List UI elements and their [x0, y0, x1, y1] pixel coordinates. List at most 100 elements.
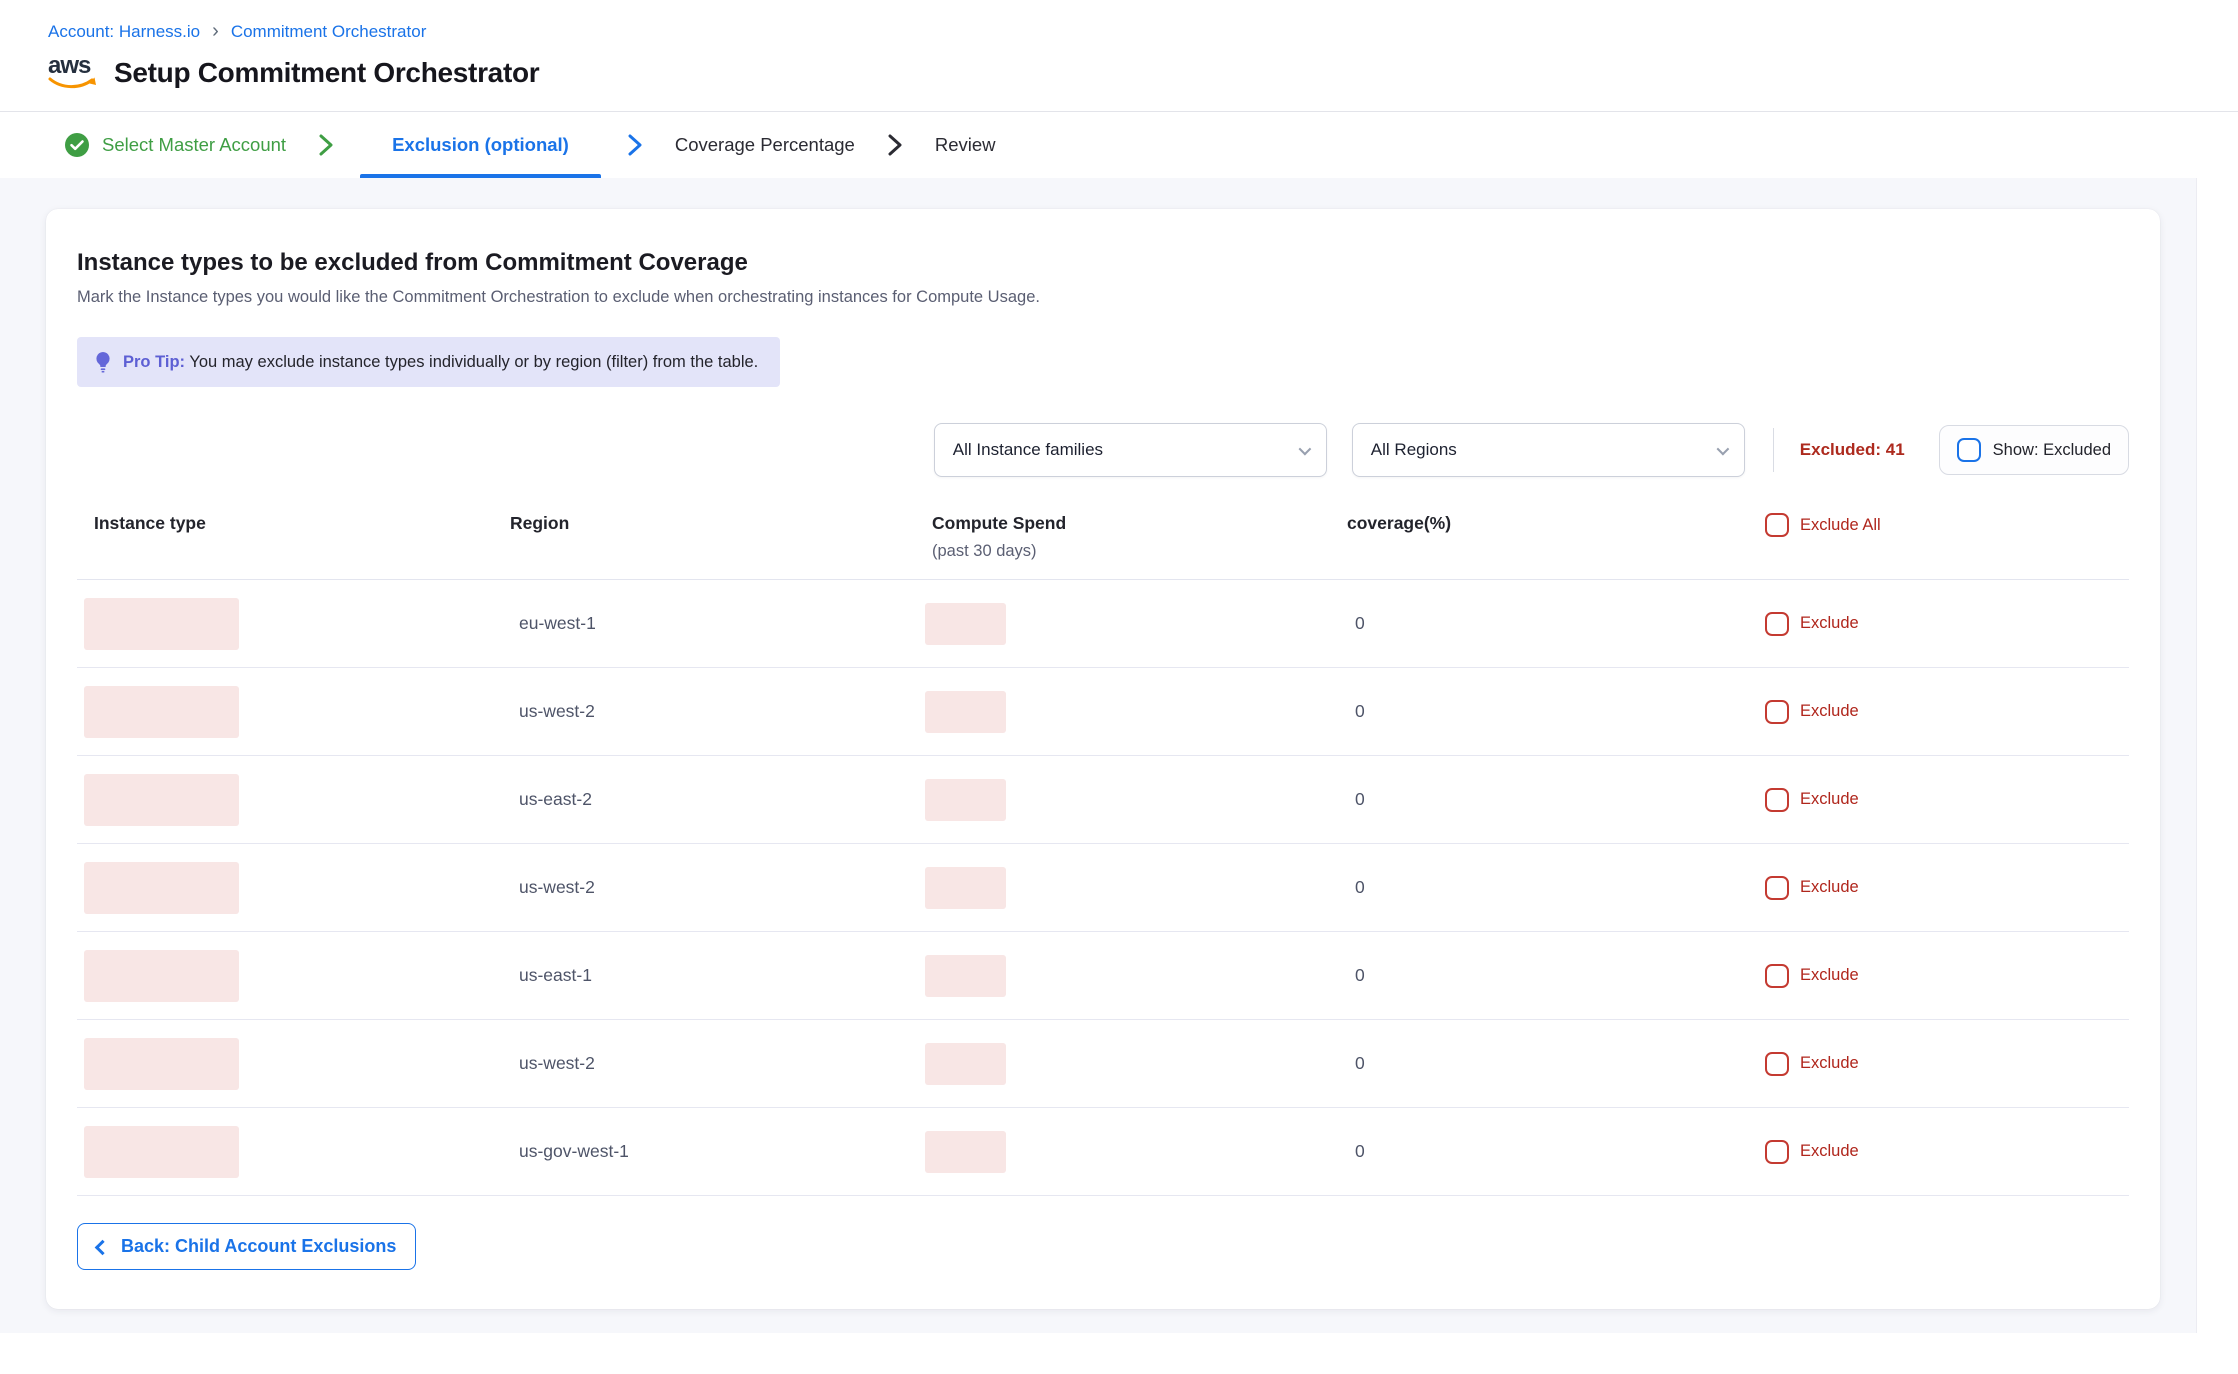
- table-row: us-east-2 0 Exclude: [77, 756, 2129, 844]
- exclude-checkbox[interactable]: [1765, 964, 1789, 988]
- back-button-label: Back: Child Account Exclusions: [121, 1236, 396, 1257]
- region-cell: us-west-2: [503, 877, 925, 898]
- exclude-row-toggle[interactable]: Exclude: [1765, 788, 2129, 812]
- redacted-instance-type: [84, 1126, 239, 1178]
- column-header-compute-spend-sub: (past 30 days): [932, 542, 1347, 561]
- coverage-cell: 0: [1347, 613, 1765, 634]
- exclude-row-toggle[interactable]: Exclude: [1765, 1140, 2129, 1164]
- table-row: us-west-2 0 Exclude: [77, 1020, 2129, 1108]
- exclude-checkbox[interactable]: [1765, 1140, 1789, 1164]
- panel-subtitle: Mark the Instance types you would like t…: [77, 288, 2129, 307]
- redacted-instance-type: [84, 598, 239, 650]
- chevron-down-icon: [1716, 442, 1729, 455]
- title-row: aws Setup Commitment Orchestrator: [48, 54, 2238, 92]
- breadcrumb-account-link[interactable]: Account: Harness.io: [48, 22, 200, 42]
- exclude-label: Exclude: [1800, 878, 1859, 897]
- stepper-step-label: Exclusion (optional): [392, 134, 569, 156]
- column-header-compute-spend: Compute Spend (past 30 days): [925, 513, 1347, 561]
- redacted-instance-type: [84, 1038, 239, 1090]
- check-circle-icon: [64, 132, 90, 158]
- pro-tip-banner: Pro Tip: You may exclude instance types …: [77, 337, 780, 387]
- exclude-row-toggle[interactable]: Exclude: [1765, 876, 2129, 900]
- exclude-row-toggle[interactable]: Exclude: [1765, 700, 2129, 724]
- coverage-cell: 0: [1347, 965, 1765, 986]
- chevron-right-icon: [887, 112, 903, 178]
- exclude-all-label: Exclude All: [1800, 516, 1881, 535]
- chevron-right-icon: [627, 112, 643, 178]
- breadcrumb-page-link[interactable]: Commitment Orchestrator: [231, 22, 427, 42]
- redacted-instance-type: [84, 774, 239, 826]
- region-cell: us-west-2: [503, 701, 925, 722]
- aws-smile-icon: [48, 76, 98, 92]
- exclude-all-checkbox[interactable]: [1765, 513, 1789, 537]
- redacted-compute-spend: [925, 691, 1006, 733]
- regions-dropdown[interactable]: All Regions: [1352, 423, 1745, 477]
- aws-logo-icon: aws: [48, 54, 98, 92]
- redacted-compute-spend: [925, 779, 1006, 821]
- instance-families-dropdown-value: All Instance families: [953, 440, 1103, 460]
- instance-families-dropdown[interactable]: All Instance families: [934, 423, 1327, 477]
- region-cell: eu-west-1: [503, 613, 925, 634]
- exclusion-table: Instance type Region Compute Spend (past…: [77, 513, 2129, 1196]
- exclude-checkbox[interactable]: [1765, 876, 1789, 900]
- stepper-step-exclusion[interactable]: Exclusion (optional): [360, 112, 601, 178]
- exclude-checkbox[interactable]: [1765, 788, 1789, 812]
- table-row: us-gov-west-1 0 Exclude: [77, 1108, 2129, 1196]
- content-area: Instance types to be excluded from Commi…: [0, 178, 2197, 1333]
- redacted-instance-type: [84, 862, 239, 914]
- page-title: Setup Commitment Orchestrator: [114, 57, 539, 89]
- pro-tip-text: You may exclude instance types individua…: [189, 353, 758, 371]
- stepper-step-select-master-account[interactable]: Select Master Account: [58, 112, 292, 178]
- exclude-checkbox[interactable]: [1765, 700, 1789, 724]
- vertical-divider: [1773, 428, 1774, 472]
- stepper-step-review[interactable]: Review: [929, 112, 1002, 178]
- redacted-instance-type: [84, 686, 239, 738]
- column-header-coverage: coverage(%): [1347, 513, 1765, 534]
- exclude-label: Exclude: [1800, 1142, 1859, 1161]
- lightbulb-icon: [93, 351, 113, 373]
- column-header-instance-type: Instance type: [77, 513, 503, 534]
- show-excluded-label: Show: Excluded: [1993, 441, 2111, 460]
- exclude-label: Exclude: [1800, 702, 1859, 721]
- exclude-label: Exclude: [1800, 966, 1859, 985]
- regions-dropdown-value: All Regions: [1371, 440, 1457, 460]
- breadcrumb-separator-icon: ›: [212, 21, 219, 41]
- show-excluded-toggle[interactable]: Show: Excluded: [1939, 425, 2129, 475]
- back-button[interactable]: Back: Child Account Exclusions: [77, 1223, 416, 1270]
- region-cell: us-west-2: [503, 1053, 925, 1074]
- coverage-cell: 0: [1347, 789, 1765, 810]
- exclude-label: Exclude: [1800, 790, 1859, 809]
- stepper-step-label: Review: [935, 134, 996, 156]
- aws-logo-text: aws: [48, 52, 90, 79]
- coverage-cell: 0: [1347, 877, 1765, 898]
- exclude-label: Exclude: [1800, 614, 1859, 633]
- exclude-checkbox[interactable]: [1765, 1052, 1789, 1076]
- column-header-region: Region: [503, 513, 925, 534]
- coverage-cell: 0: [1347, 1141, 1765, 1162]
- filter-bar: All Instance families All Regions Exclud…: [77, 423, 2129, 477]
- exclusion-panel: Instance types to be excluded from Commi…: [46, 209, 2160, 1309]
- exclude-row-toggle[interactable]: Exclude: [1765, 964, 2129, 988]
- redacted-compute-spend: [925, 1043, 1006, 1085]
- redacted-compute-spend: [925, 1131, 1006, 1173]
- exclude-label: Exclude: [1800, 1054, 1859, 1073]
- excluded-count: Excluded: 41: [1800, 440, 1905, 460]
- region-cell: us-east-1: [503, 965, 925, 986]
- stepper-step-coverage-percentage[interactable]: Coverage Percentage: [669, 112, 861, 178]
- region-cell: us-east-2: [503, 789, 925, 810]
- table-row: eu-west-1 0 Exclude: [77, 580, 2129, 668]
- exclude-all-toggle[interactable]: Exclude All: [1765, 513, 2129, 537]
- chevron-left-icon: [95, 1239, 111, 1255]
- pro-tip-label: Pro Tip:: [123, 353, 185, 371]
- breadcrumb: Account: Harness.io › Commitment Orchest…: [48, 22, 2238, 42]
- show-excluded-checkbox[interactable]: [1957, 438, 1981, 462]
- region-cell: us-gov-west-1: [503, 1141, 925, 1162]
- exclude-checkbox[interactable]: [1765, 612, 1789, 636]
- exclude-row-toggle[interactable]: Exclude: [1765, 1052, 2129, 1076]
- exclude-row-toggle[interactable]: Exclude: [1765, 612, 2129, 636]
- redacted-compute-spend: [925, 955, 1006, 997]
- chevron-right-icon: [318, 112, 334, 178]
- panel-title: Instance types to be excluded from Commi…: [77, 249, 2129, 277]
- table-row: us-west-2 0 Exclude: [77, 844, 2129, 932]
- table-header-row: Instance type Region Compute Spend (past…: [77, 513, 2129, 580]
